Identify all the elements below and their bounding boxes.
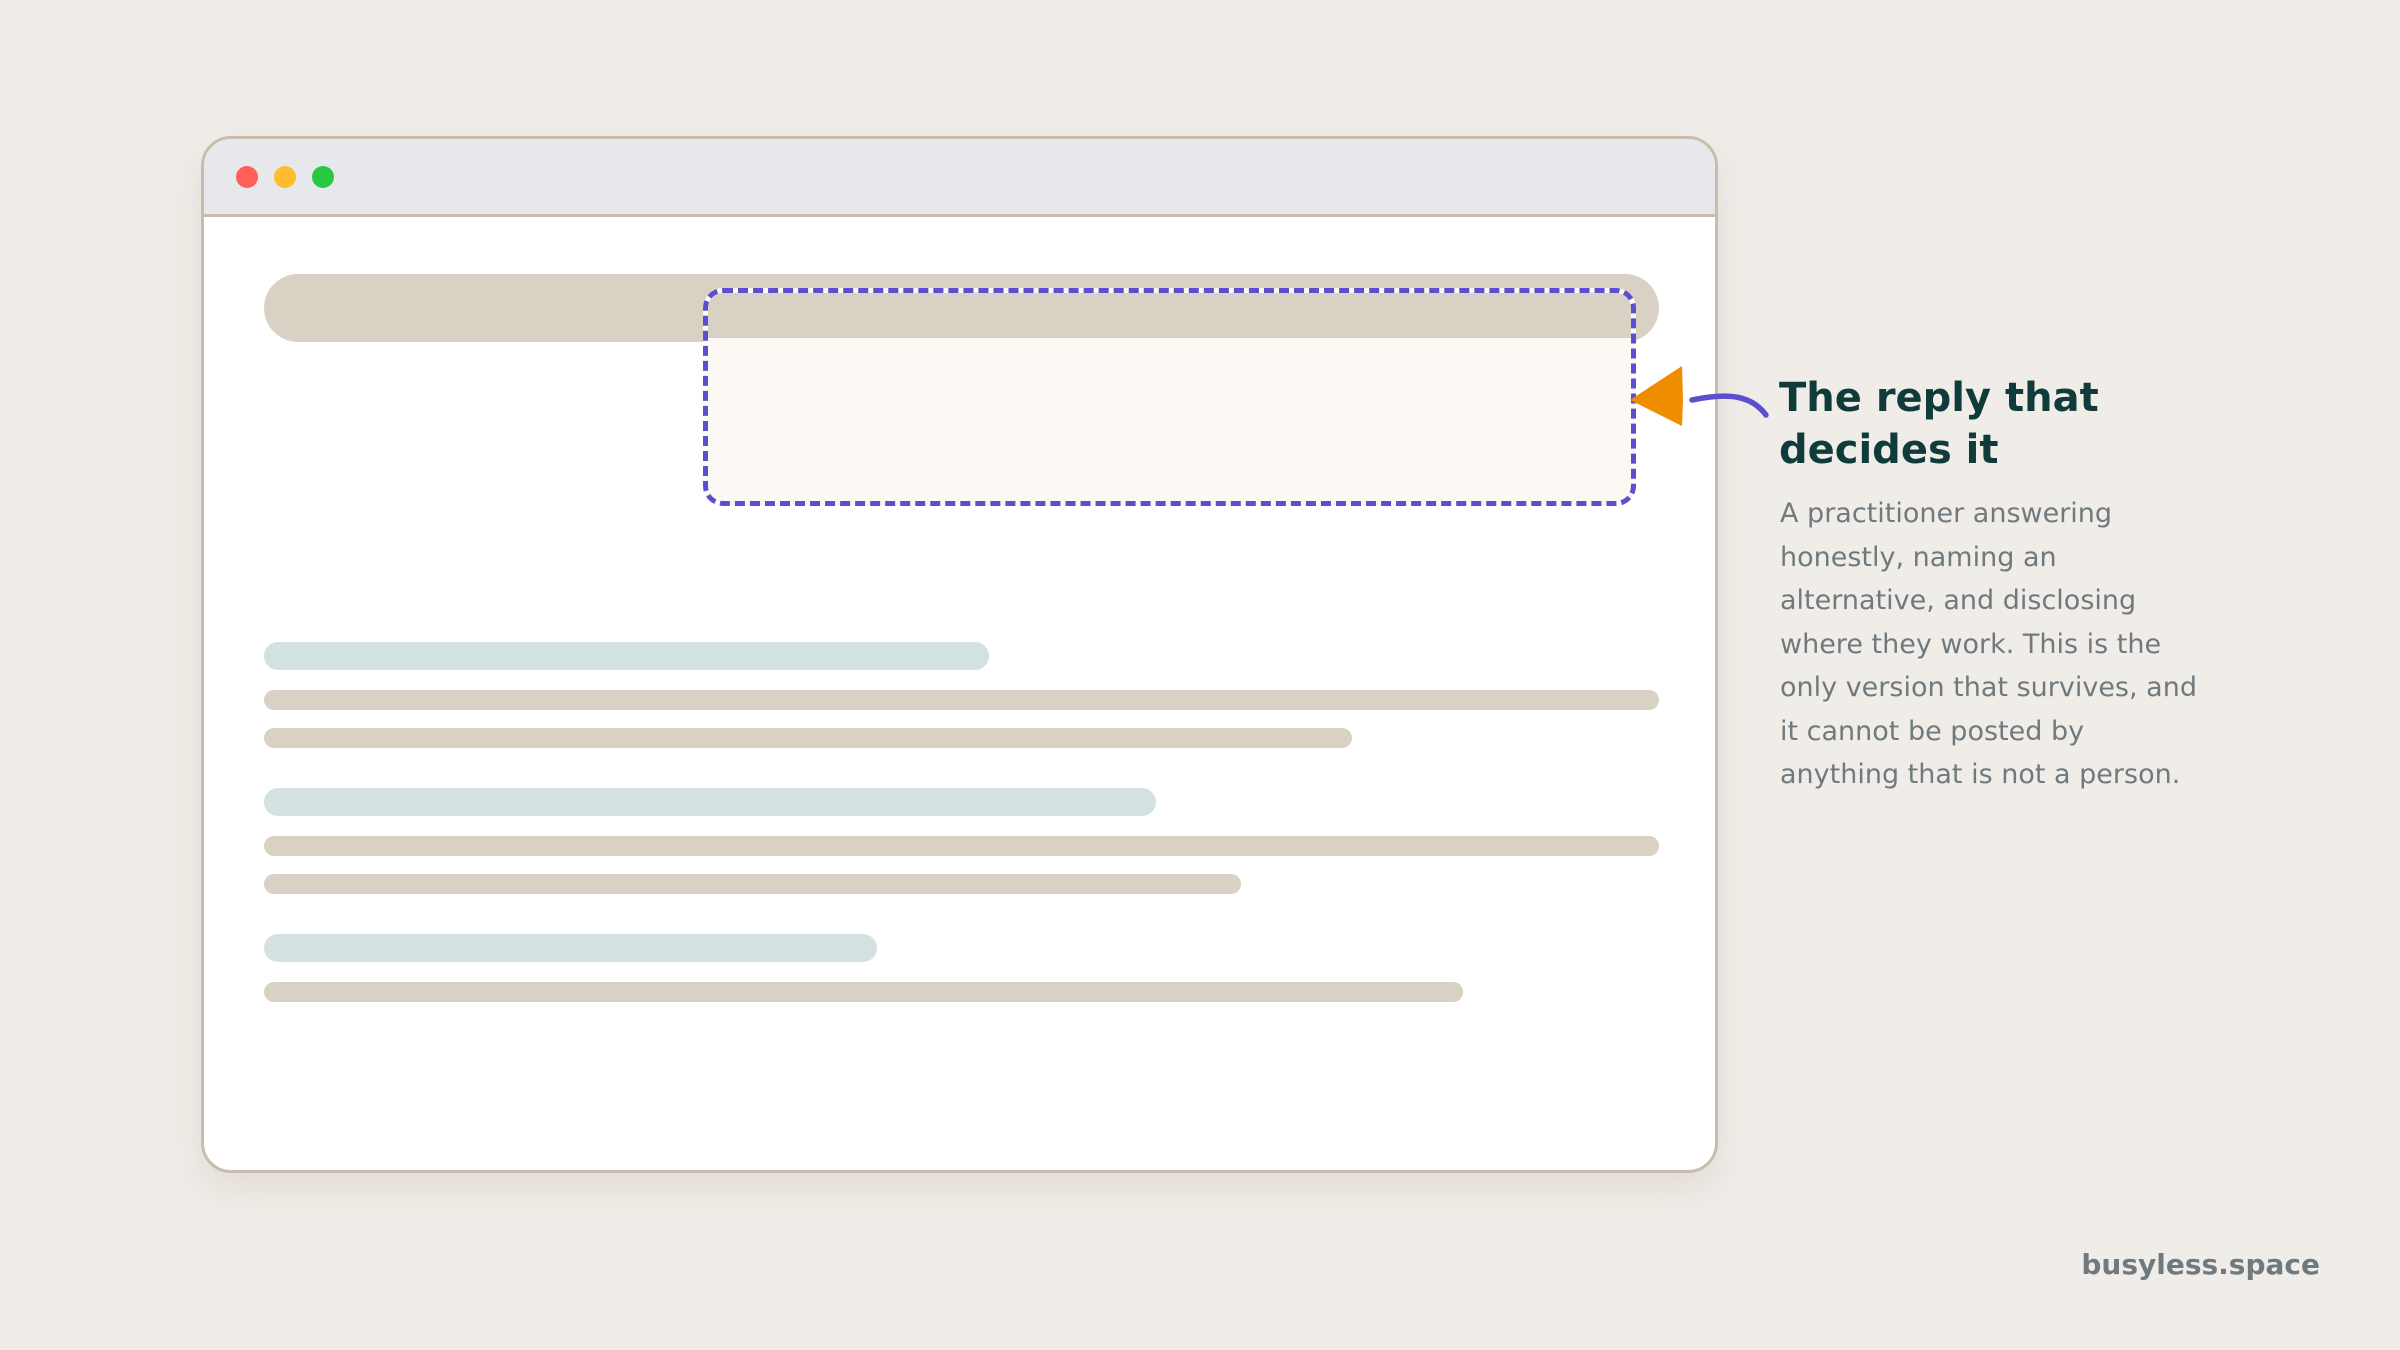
thread-heading-placeholder-1	[264, 642, 989, 670]
thread-text-placeholder-2b	[264, 874, 1241, 894]
minimize-window-icon[interactable]	[274, 166, 296, 188]
thread-text-placeholder-1a	[264, 690, 1659, 710]
reply-box-header-placeholder	[708, 293, 1631, 338]
maximize-window-icon[interactable]	[312, 166, 334, 188]
highlighted-reply-box	[703, 288, 1636, 506]
browser-window-mockup	[201, 136, 1718, 1173]
thread-heading-placeholder-3	[264, 934, 877, 962]
annotation-body: A practitioner answering honestly, namin…	[1780, 498, 2197, 790]
thread-text-placeholder-1b	[264, 728, 1352, 748]
thread-text-placeholder-3a	[264, 982, 1463, 1002]
window-title-bar	[204, 139, 1715, 217]
annotation-arrow-icon	[1630, 366, 1769, 426]
close-window-icon[interactable]	[236, 166, 258, 188]
thread-text-placeholder-2a	[264, 836, 1659, 856]
annotation-title: The reply that decides it	[1779, 375, 2099, 473]
page-content	[204, 214, 1715, 1170]
thread-heading-placeholder-2	[264, 788, 1156, 816]
brand-watermark: busyless.space	[2081, 1248, 2320, 1281]
